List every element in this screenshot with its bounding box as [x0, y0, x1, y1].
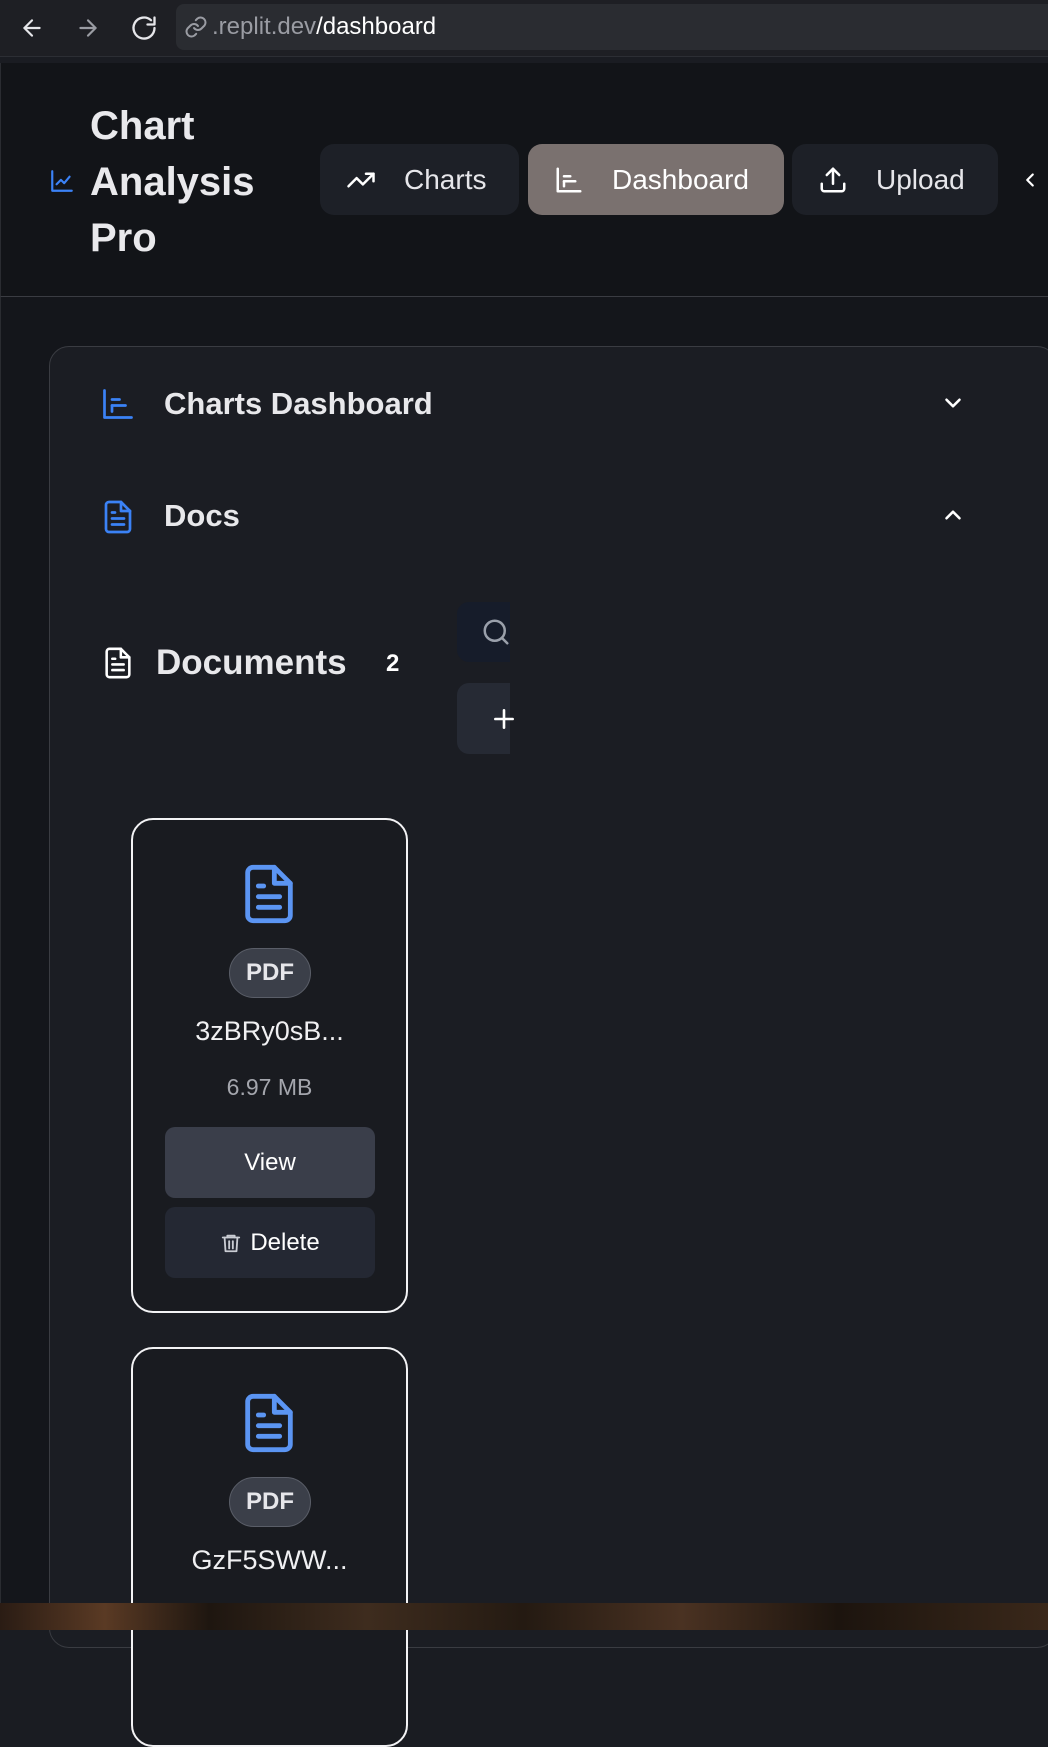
- forward-button[interactable]: [72, 12, 104, 44]
- arrow-right-icon: [79, 19, 97, 37]
- desktop-background: [0, 1603, 1048, 1630]
- nav-dashboard-label: Dashboard: [612, 163, 749, 195]
- back-button[interactable]: [16, 12, 48, 44]
- trash-icon: [220, 1231, 242, 1255]
- arrow-left-icon: [23, 19, 41, 37]
- main-content: Charts Dashboard Docs Documents 2 PDF 3z…: [0, 297, 1048, 1747]
- document-card[interactable]: PDF GzF5SWW...: [131, 1347, 408, 1747]
- bar-chart-icon: [100, 386, 136, 427]
- file-name: GzF5SWW...: [191, 1545, 348, 1575]
- url-domain: .replit.dev: [212, 13, 317, 40]
- file-size: 6.97 MB: [226, 1074, 313, 1100]
- nav-charts-label: Charts: [404, 163, 487, 195]
- delete-button[interactable]: Delete: [165, 1207, 375, 1278]
- trending-up-icon: [346, 165, 376, 195]
- chevron-down-icon[interactable]: [940, 390, 966, 421]
- document-card[interactable]: PDF 3zBRy0sB... 6.97 MB View Delete: [131, 818, 408, 1313]
- add-document-button[interactable]: [457, 683, 514, 754]
- search-button[interactable]: [457, 602, 510, 662]
- reload-icon: [132, 16, 156, 40]
- file-icon: [237, 1385, 301, 1466]
- section-docs-label: Docs: [164, 498, 240, 533]
- file-name: 3zBRy0sB...: [195, 1016, 344, 1046]
- section-docs[interactable]: Docs: [50, 486, 1048, 546]
- plus-icon: [491, 706, 517, 732]
- app-header: Chart Analysis Pro Charts Dashboard Uplo…: [0, 63, 1048, 297]
- browser-toolbar: .replit.dev/dashboard: [0, 0, 1048, 57]
- document-icon: [101, 643, 135, 688]
- app-title: Chart Analysis Pro: [90, 104, 255, 260]
- file-icon: [237, 856, 301, 937]
- view-button[interactable]: View: [165, 1127, 375, 1198]
- reload-button[interactable]: [128, 12, 160, 44]
- search-icon: [481, 617, 511, 647]
- dashboard-panel: Charts Dashboard Docs Documents 2 PDF 3z…: [49, 346, 1048, 1747]
- nav-dashboard-button[interactable]: Dashboard: [528, 144, 784, 215]
- chevron-left-icon[interactable]: [1019, 167, 1041, 198]
- section-charts-dashboard[interactable]: Charts Dashboard: [50, 374, 1048, 434]
- line-chart-icon: [49, 168, 75, 199]
- link-icon: [184, 15, 208, 39]
- url-path: /dashboard: [316, 13, 437, 40]
- file-type-badge: PDF: [229, 1477, 311, 1527]
- documents-title: Documents: [156, 643, 347, 682]
- bar-chart-icon: [554, 165, 584, 195]
- upload-icon: [818, 165, 848, 195]
- section-charts-dashboard-label: Charts Dashboard: [164, 386, 433, 421]
- nav-upload-button[interactable]: Upload: [792, 144, 998, 215]
- documents-count-badge: 2: [386, 650, 400, 677]
- delete-label: Delete: [250, 1228, 320, 1256]
- address-bar[interactable]: .replit.dev/dashboard: [176, 4, 1048, 50]
- nav-charts-button[interactable]: Charts: [320, 144, 519, 215]
- document-icon: [100, 498, 136, 541]
- file-type-badge: PDF: [229, 948, 311, 998]
- chevron-up-icon[interactable]: [940, 502, 966, 533]
- nav-upload-label: Upload: [876, 163, 965, 195]
